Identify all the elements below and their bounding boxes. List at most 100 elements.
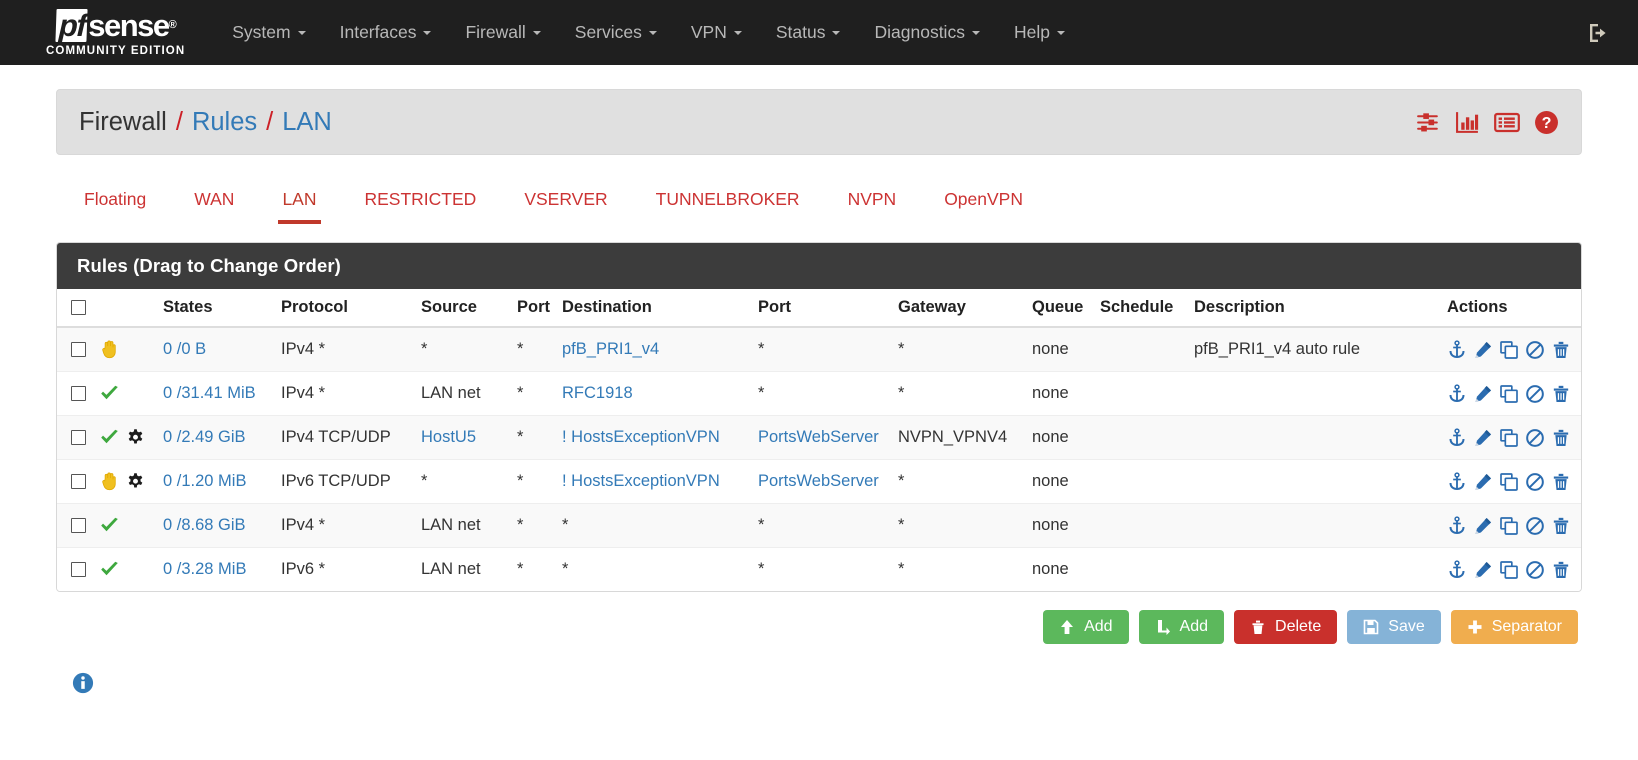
block-icon[interactable] xyxy=(1525,472,1545,492)
cell-states[interactable]: 0 /8.68 GiB xyxy=(157,503,275,548)
tab-tunnelbroker[interactable]: TUNNELBROKER xyxy=(632,181,824,224)
nav-item-help[interactable]: Help xyxy=(997,0,1082,65)
cell-dst-port-link[interactable]: PortsWebServer xyxy=(758,428,879,446)
pass-check-icon[interactable] xyxy=(99,383,120,404)
tab-restricted[interactable]: RESTRICTED xyxy=(341,181,501,224)
cell-source-link[interactable]: HostU5 xyxy=(421,428,476,446)
cell-states-link[interactable]: 0 /2.49 GiB xyxy=(163,428,246,446)
block-icon[interactable] xyxy=(1525,428,1545,448)
cell-dst-port-link[interactable]: PortsWebServer xyxy=(758,472,879,490)
trash-icon[interactable] xyxy=(1551,560,1571,580)
nav-item-diagnostics[interactable]: Diagnostics xyxy=(857,0,996,65)
cell-states[interactable]: 0 /0 B xyxy=(157,326,275,372)
cell-states[interactable]: 0 /3.28 MiB xyxy=(157,547,275,591)
help-icon[interactable]: ? xyxy=(1534,110,1559,135)
pass-check-icon[interactable] xyxy=(99,427,120,448)
separator-button[interactable]: Separator xyxy=(1450,610,1578,644)
breadcrumb-lan[interactable]: LAN xyxy=(282,108,332,137)
cell-dst-port[interactable]: PortsWebServer xyxy=(752,415,892,460)
cell-destination[interactable]: ! HostsExceptionVPN xyxy=(556,459,752,504)
cell-states-link[interactable]: 0 /8.68 GiB xyxy=(163,516,246,534)
table-row[interactable]: 0 /3.28 MiB IPv6 * LAN net * * * * none xyxy=(57,547,1581,591)
table-row[interactable]: 0 /0 B IPv4 * * * pfB_PRI1_v4 * * none pfB_PRI1_… xyxy=(57,326,1581,372)
trash-icon[interactable] xyxy=(1551,472,1571,492)
copy-icon[interactable] xyxy=(1499,340,1519,360)
delete-button[interactable]: Delete xyxy=(1234,610,1338,644)
save-button[interactable]: Save xyxy=(1347,610,1441,644)
cell-destination-link[interactable]: ! HostsExceptionVPN xyxy=(562,472,720,490)
row-select-checkbox[interactable] xyxy=(71,342,86,358)
cell-states[interactable]: 0 /1.20 MiB xyxy=(157,459,275,504)
add-rule-bottom-button[interactable]: Add xyxy=(1138,610,1225,644)
block-icon[interactable] xyxy=(1525,340,1545,360)
copy-icon[interactable] xyxy=(1499,472,1519,492)
anchor-icon[interactable] xyxy=(1447,427,1467,448)
block-icon[interactable] xyxy=(1525,384,1545,404)
tab-vserver[interactable]: VSERVER xyxy=(500,181,631,224)
cell-destination[interactable]: RFC1918 xyxy=(556,371,752,416)
nav-item-status[interactable]: Status xyxy=(759,0,858,65)
sliders-icon[interactable] xyxy=(1416,110,1441,135)
copy-icon[interactable] xyxy=(1499,560,1519,580)
anchor-icon[interactable] xyxy=(1447,471,1467,492)
info-icon[interactable] xyxy=(72,672,94,694)
cell-destination[interactable]: ! HostsExceptionVPN xyxy=(556,415,752,460)
block-icon[interactable] xyxy=(1525,516,1545,536)
pencil-icon[interactable] xyxy=(1473,560,1493,580)
nav-item-system[interactable]: System xyxy=(215,0,322,65)
table-row[interactable]: 0 /2.49 GiB IPv4 TCP/UDP HostU5 * ! HostsExc… xyxy=(57,415,1581,460)
pencil-icon[interactable] xyxy=(1473,340,1493,360)
logout-button[interactable] xyxy=(1586,21,1610,45)
cell-source[interactable]: HostU5 xyxy=(415,415,511,460)
copy-icon[interactable] xyxy=(1499,516,1519,536)
cell-states[interactable]: 0 /2.49 GiB xyxy=(157,415,275,460)
anchor-icon[interactable] xyxy=(1447,383,1467,404)
anchor-icon[interactable] xyxy=(1447,559,1467,580)
pencil-icon[interactable] xyxy=(1473,516,1493,536)
copy-icon[interactable] xyxy=(1499,428,1519,448)
copy-icon[interactable] xyxy=(1499,384,1519,404)
cell-states-link[interactable]: 0 /0 B xyxy=(163,340,206,358)
cell-states-link[interactable]: 0 /1.20 MiB xyxy=(163,472,246,490)
cell-destination-link[interactable]: pfB_PRI1_v4 xyxy=(562,340,659,358)
nav-item-interfaces[interactable]: Interfaces xyxy=(323,0,449,65)
cell-states-link[interactable]: 0 /31.41 MiB xyxy=(163,384,256,402)
trash-icon[interactable] xyxy=(1551,340,1571,360)
anchor-icon[interactable] xyxy=(1447,339,1467,360)
tab-nvpn[interactable]: NVPN xyxy=(824,181,921,224)
tab-openvpn[interactable]: OpenVPN xyxy=(920,181,1047,224)
row-select-checkbox[interactable] xyxy=(71,518,86,534)
row-select-checkbox[interactable] xyxy=(71,430,86,446)
anchor-icon[interactable] xyxy=(1447,515,1467,536)
table-row[interactable]: 0 /1.20 MiB IPv6 TCP/UDP * *! HostsExceptio… xyxy=(57,459,1581,504)
block-icon[interactable] xyxy=(1525,560,1545,580)
pfsense-logo[interactable]: pf sense ® COMMUNITY EDITION xyxy=(46,8,185,57)
list-icon[interactable] xyxy=(1494,110,1520,135)
nav-item-firewall[interactable]: Firewall xyxy=(448,0,557,65)
trash-icon[interactable] xyxy=(1551,384,1571,404)
cell-destination-link[interactable]: RFC1918 xyxy=(562,384,633,402)
table-row[interactable]: 0 /31.41 MiB IPv4 * LAN net * RFC1918 * * none xyxy=(57,371,1581,416)
nav-item-vpn[interactable]: VPN xyxy=(674,0,759,65)
block-hand-icon[interactable] xyxy=(99,471,120,492)
select-all-checkbox[interactable] xyxy=(71,300,86,316)
cell-destination[interactable]: pfB_PRI1_v4 xyxy=(556,326,752,372)
row-select-checkbox[interactable] xyxy=(71,474,86,490)
tab-floating[interactable]: Floating xyxy=(60,181,170,224)
block-hand-icon[interactable] xyxy=(99,339,120,360)
row-select-checkbox[interactable] xyxy=(71,562,86,578)
tab-wan[interactable]: WAN xyxy=(170,181,258,224)
pass-check-icon[interactable] xyxy=(99,559,120,580)
add-rule-top-button[interactable]: Add xyxy=(1043,610,1129,644)
cell-states[interactable]: 0 /31.41 MiB xyxy=(157,371,275,416)
tab-lan[interactable]: LAN xyxy=(258,181,340,224)
cell-dst-port[interactable]: PortsWebServer xyxy=(752,459,892,504)
cell-states-link[interactable]: 0 /3.28 MiB xyxy=(163,560,246,578)
pencil-icon[interactable] xyxy=(1473,472,1493,492)
pencil-icon[interactable] xyxy=(1473,428,1493,448)
pass-check-icon[interactable] xyxy=(99,515,120,536)
cell-destination-link[interactable]: ! HostsExceptionVPN xyxy=(562,428,720,446)
breadcrumb-rules[interactable]: Rules xyxy=(192,108,257,137)
table-row[interactable]: 0 /8.68 GiB IPv4 * LAN net * * * * none xyxy=(57,503,1581,548)
trash-icon[interactable] xyxy=(1551,516,1571,536)
